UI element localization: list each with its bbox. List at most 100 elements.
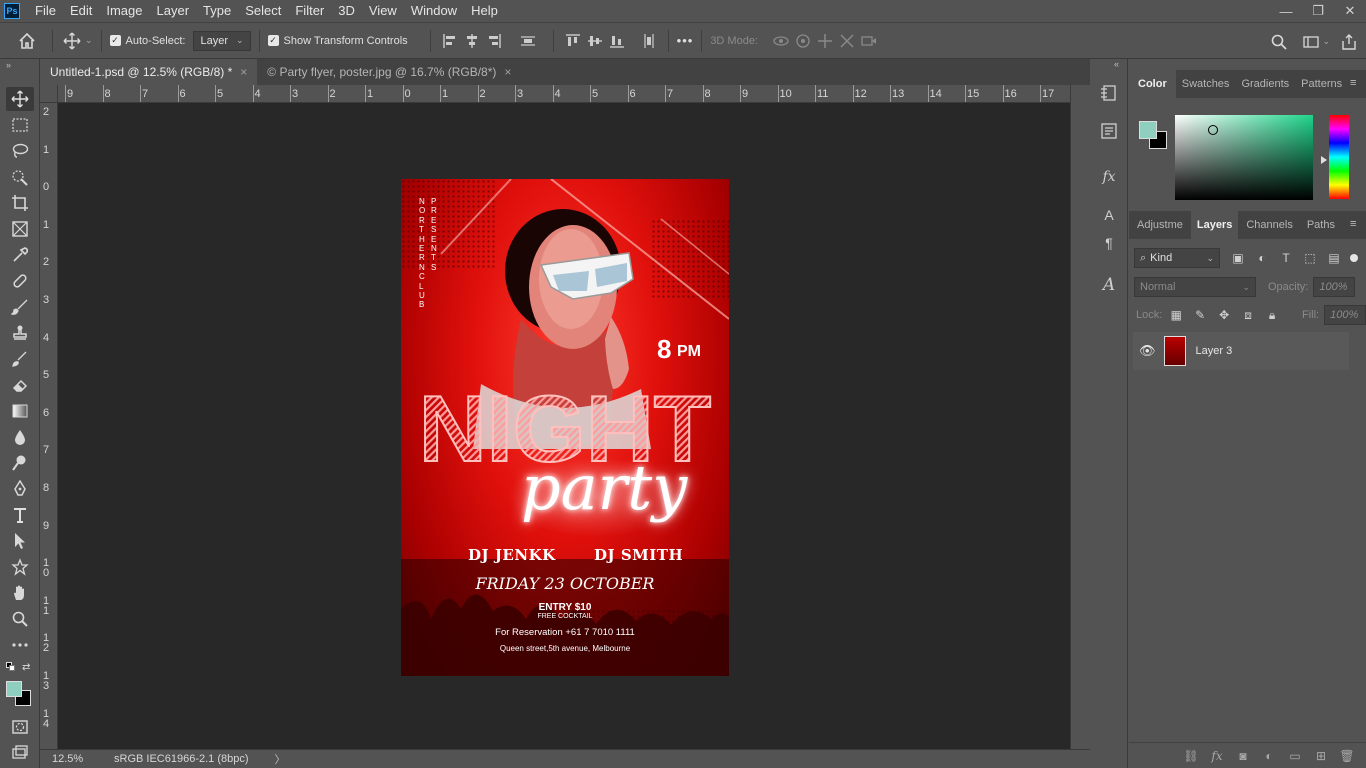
marquee-tool-icon[interactable] bbox=[6, 113, 34, 137]
smart-object-filter-icon[interactable]: ▤ bbox=[1326, 250, 1342, 266]
align-center-icon[interactable] bbox=[461, 30, 483, 52]
screen-mode-icon[interactable] bbox=[6, 741, 34, 765]
delete-layer-icon[interactable]: 🗑︎ bbox=[1334, 749, 1360, 763]
new-layer-icon[interactable]: ⊞ bbox=[1308, 749, 1334, 763]
distribute-vertical-icon[interactable] bbox=[638, 30, 660, 52]
chevron-down-icon[interactable]: ⌄ bbox=[1322, 36, 1330, 47]
new-adjustment-layer-icon[interactable]: ◐ bbox=[1256, 749, 1282, 763]
move-tool-preset-icon[interactable] bbox=[61, 30, 83, 52]
type-tool-icon[interactable] bbox=[6, 503, 34, 527]
custom-shape-tool-icon[interactable] bbox=[6, 555, 34, 579]
eraser-tool-icon[interactable] bbox=[6, 373, 34, 397]
history-panel-icon[interactable] bbox=[1099, 83, 1119, 103]
properties-panel-icon[interactable] bbox=[1099, 121, 1119, 141]
scale-3d-icon[interactable] bbox=[858, 30, 880, 52]
type-layer-filter-icon[interactable]: T bbox=[1278, 250, 1294, 266]
tab-color[interactable]: Color bbox=[1129, 70, 1176, 98]
distribute-horizontal-icon[interactable] bbox=[517, 30, 539, 52]
character-panel-icon[interactable]: A bbox=[1099, 205, 1119, 225]
align-top-icon[interactable] bbox=[562, 30, 584, 52]
visibility-eye-icon[interactable]: 👁︎ bbox=[1139, 343, 1156, 359]
tab-channels[interactable]: Channels bbox=[1238, 211, 1300, 239]
menu-help[interactable]: Help bbox=[464, 0, 505, 22]
lock-transparent-pixels-icon[interactable]: ▦ bbox=[1168, 307, 1184, 323]
shape-layer-filter-icon[interactable]: ⬚ bbox=[1302, 250, 1318, 266]
move-tool-icon[interactable] bbox=[6, 87, 34, 111]
blend-mode-select[interactable]: Normal ⌄ bbox=[1134, 277, 1256, 297]
add-mask-icon[interactable]: ◙ bbox=[1230, 749, 1256, 763]
show-transform-checkbox[interactable]: ✓ bbox=[267, 35, 279, 46]
menu-select[interactable]: Select bbox=[238, 0, 288, 22]
collapse-panels-icon[interactable]: « bbox=[1114, 59, 1119, 69]
hue-slider-marker[interactable] bbox=[1321, 156, 1327, 164]
lock-image-pixels-icon[interactable]: ✎ bbox=[1192, 307, 1208, 323]
lock-all-icon[interactable]: 🔒︎ bbox=[1264, 307, 1280, 323]
zoom-tool-icon[interactable] bbox=[6, 607, 34, 631]
menu-view[interactable]: View bbox=[362, 0, 404, 22]
edit-toolbar-icon[interactable] bbox=[6, 633, 34, 657]
eyedropper-tool-icon[interactable] bbox=[6, 243, 34, 267]
color-field[interactable] bbox=[1175, 115, 1313, 200]
new-group-folder-icon[interactable]: ▭ bbox=[1282, 749, 1308, 763]
more-options-button[interactable]: ••• bbox=[677, 33, 694, 48]
workspace-icon[interactable] bbox=[1300, 31, 1322, 53]
tab-patterns[interactable]: Patterns bbox=[1295, 70, 1348, 98]
chevron-down-icon[interactable]: ⌄ bbox=[85, 35, 93, 46]
path-selection-tool-icon[interactable] bbox=[6, 529, 34, 553]
vertical-scrollbar[interactable] bbox=[1070, 85, 1090, 749]
blur-tool-icon[interactable] bbox=[6, 425, 34, 449]
slide-3d-icon[interactable] bbox=[836, 30, 858, 52]
flyer-artwork[interactable]: NIGHT NORTHERN CLUB PRESENTS 8 PM party … bbox=[401, 179, 729, 676]
lock-position-icon[interactable]: ✥ bbox=[1216, 307, 1232, 323]
gradient-tool-icon[interactable] bbox=[6, 399, 34, 423]
expand-panel-icon[interactable]: » bbox=[0, 59, 39, 71]
foreground-color-swatch[interactable] bbox=[6, 681, 22, 697]
auto-select-dropdown[interactable]: Layer ⌄ bbox=[193, 30, 251, 51]
menu-type[interactable]: Type bbox=[196, 0, 238, 22]
panel-menu-icon[interactable]: ≡ bbox=[1350, 78, 1360, 89]
align-bottom-icon[interactable] bbox=[606, 30, 628, 52]
align-left-icon[interactable] bbox=[439, 30, 461, 52]
pen-tool-icon[interactable] bbox=[6, 477, 34, 501]
menu-edit[interactable]: Edit bbox=[63, 0, 99, 22]
share-icon[interactable] bbox=[1338, 31, 1360, 53]
pan-3d-icon[interactable] bbox=[814, 30, 836, 52]
tab-layers[interactable]: Layers bbox=[1190, 211, 1239, 239]
roll-3d-icon[interactable] bbox=[792, 30, 814, 52]
layer-name[interactable]: Layer 3 bbox=[1196, 345, 1233, 357]
lock-artboard-icon[interactable]: ⧈ bbox=[1240, 307, 1256, 323]
layer-row[interactable]: 👁︎ Layer 3 bbox=[1133, 332, 1349, 370]
tab-party-flyer[interactable]: © Party flyer, poster.jpg @ 16.7% (RGB/8… bbox=[257, 59, 521, 85]
tab-gradients[interactable]: Gradients bbox=[1235, 70, 1295, 98]
dodge-tool-icon[interactable] bbox=[6, 451, 34, 475]
clone-stamp-tool-icon[interactable] bbox=[6, 321, 34, 345]
orbit-3d-icon[interactable] bbox=[770, 30, 792, 52]
frame-tool-icon[interactable] bbox=[6, 217, 34, 241]
paragraph-panel-icon[interactable]: ¶ bbox=[1099, 233, 1119, 253]
quick-selection-tool-icon[interactable] bbox=[6, 165, 34, 189]
zoom-level[interactable]: 12.5% bbox=[52, 753, 104, 765]
brush-tool-icon[interactable] bbox=[6, 295, 34, 319]
menu-image[interactable]: Image bbox=[99, 0, 149, 22]
close-tab-icon[interactable]: × bbox=[504, 65, 511, 79]
tab-adjustments[interactable]: Adjustme bbox=[1129, 211, 1191, 239]
tab-swatches[interactable]: Swatches bbox=[1176, 70, 1236, 98]
menu-file[interactable]: File bbox=[28, 0, 63, 22]
menu-layer[interactable]: Layer bbox=[150, 0, 197, 22]
color-picker-ring[interactable] bbox=[1208, 125, 1218, 135]
tab-paths[interactable]: Paths bbox=[1301, 211, 1341, 239]
crop-tool-icon[interactable] bbox=[6, 191, 34, 215]
panel-menu-icon[interactable]: ≡ bbox=[1350, 219, 1360, 230]
glyphs-panel-icon[interactable]: A bbox=[1099, 275, 1119, 295]
auto-select-checkbox[interactable]: ✓ bbox=[109, 35, 121, 46]
hue-slider[interactable] bbox=[1329, 115, 1349, 199]
filter-toggle-icon[interactable] bbox=[1350, 254, 1358, 262]
align-right-icon[interactable] bbox=[483, 30, 505, 52]
quick-mask-icon[interactable] bbox=[6, 715, 34, 739]
status-info-menu-icon[interactable]: 〉 bbox=[275, 751, 286, 767]
close-button[interactable]: ✕ bbox=[1334, 0, 1366, 22]
link-layers-icon[interactable]: ⛓︎ bbox=[1178, 749, 1204, 763]
horizontal-ruler[interactable]: 9 8 7 6 5 4 3 2 1 0 1 2 3 4 5 6 7 8 9 10 11 12 13 14 15 16 17 bbox=[58, 85, 1070, 103]
swap-colors-icon[interactable]: ⇄ bbox=[22, 662, 30, 673]
tab-untitled-1[interactable]: Untitled-1.psd @ 12.5% (RGB/8) * × bbox=[40, 59, 258, 85]
